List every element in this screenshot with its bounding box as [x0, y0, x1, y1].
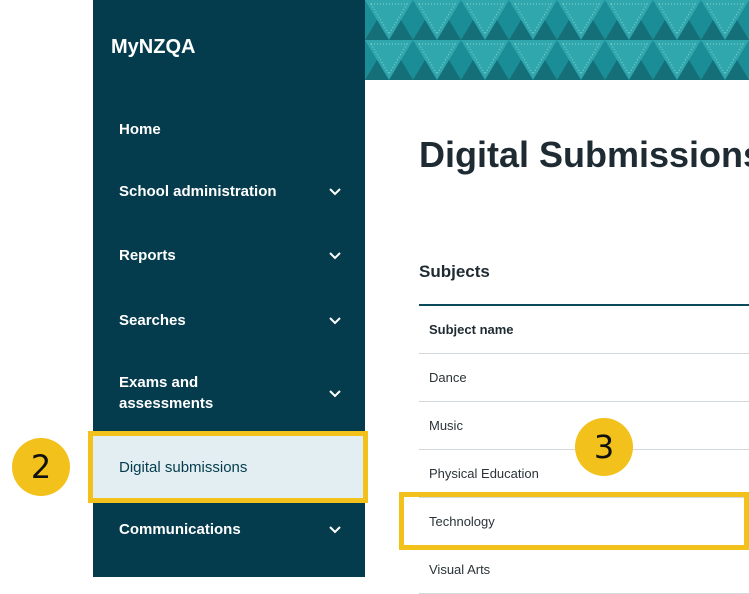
column-header-subject-name: Subject name: [429, 322, 514, 337]
chevron-down-icon: [329, 252, 341, 260]
sidebar-item-label: School administration: [119, 182, 277, 200]
callout-badge-2: 2: [12, 438, 70, 496]
sidebar-item-school-administration[interactable]: School administration: [93, 178, 365, 204]
subject-name-cell[interactable]: Dance: [429, 370, 467, 385]
sidebar: MyNZQA Home School administration Report…: [93, 0, 365, 577]
sidebar-item-label: Exams and assessments: [119, 374, 214, 412]
sidebar-item-digital-submissions[interactable]: Digital submissions: [93, 432, 365, 502]
header-banner: [365, 0, 749, 80]
brand-logo-text[interactable]: MyNZQA: [111, 36, 195, 59]
subject-name-cell[interactable]: Music: [429, 418, 463, 433]
triangle-pattern-graphic: [365, 0, 749, 80]
table-row[interactable]: Technology: [419, 498, 749, 546]
sidebar-item-label: Reports: [119, 246, 176, 264]
page-title: Digital Submissions: [419, 134, 749, 175]
table-row[interactable]: Dance: [419, 354, 749, 402]
callout-badge-3: 3: [575, 418, 633, 476]
sidebar-item-label: Searches: [119, 311, 186, 329]
sidebar-item-exams-and-assessments[interactable]: Exams and assessments: [93, 368, 365, 418]
sidebar-item-home[interactable]: Home: [93, 116, 365, 142]
chevron-down-icon: [329, 317, 341, 325]
sidebar-item-label: Digital submissions: [119, 458, 248, 476]
subject-name-cell[interactable]: Visual Arts: [429, 562, 490, 577]
sidebar-item-communications[interactable]: Communications: [93, 516, 365, 542]
sidebar-item-label: Communications: [119, 520, 241, 538]
chevron-down-icon: [329, 526, 341, 534]
table-row[interactable]: Visual Arts: [419, 546, 749, 594]
sidebar-item-label: Home: [119, 120, 161, 138]
chevron-down-icon: [329, 390, 341, 398]
chevron-down-icon: [329, 188, 341, 196]
table-header: Subject name: [419, 306, 749, 354]
sidebar-item-searches[interactable]: Searches: [93, 307, 365, 333]
subject-name-cell[interactable]: Physical Education: [429, 466, 539, 481]
section-title-subjects: Subjects: [419, 262, 490, 281]
subject-name-cell[interactable]: Technology: [429, 514, 495, 529]
sidebar-item-reports[interactable]: Reports: [93, 242, 365, 268]
